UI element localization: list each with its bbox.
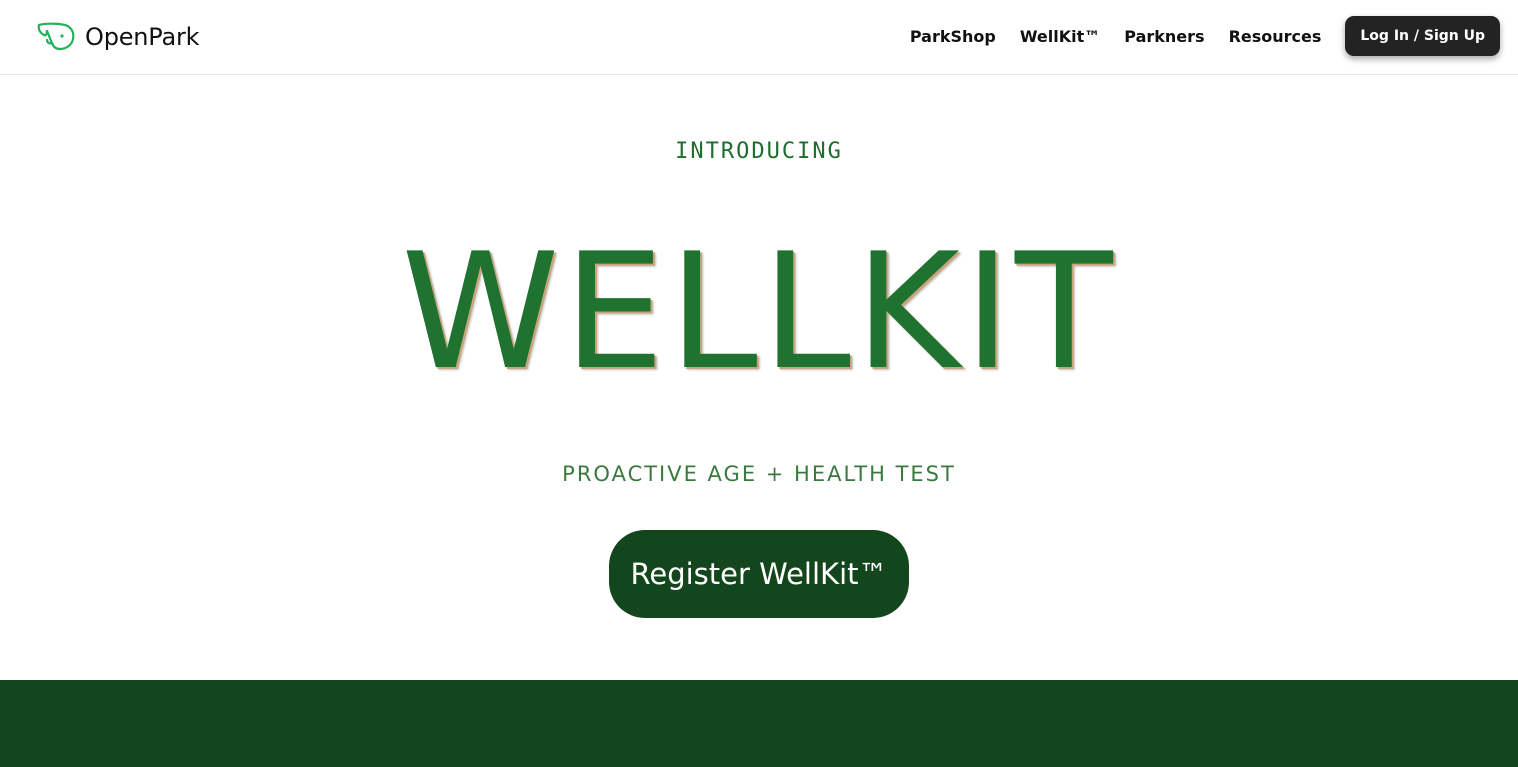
nav-parkshop[interactable]: ParkShop (910, 27, 996, 46)
brand-name: OpenPark (85, 23, 200, 51)
nav-wellkit[interactable]: WellKit™ (1020, 27, 1100, 46)
hero-subtitle: PROACTIVE AGE + HEALTH TEST (562, 462, 956, 486)
hero-title: WELLKIT (401, 218, 1117, 405)
site-header: OpenPark ParkShop WellKit™ Parkners Reso… (0, 0, 1518, 75)
register-wellkit-button[interactable]: Register WellKit™ (609, 530, 909, 618)
brand-home-link[interactable]: OpenPark (35, 20, 200, 54)
nav-resources[interactable]: Resources (1229, 27, 1322, 46)
dog-head-icon (37, 22, 75, 51)
main-nav: ParkShop WellKit™ Parkners Resources Log… (910, 0, 1500, 72)
hero-eyebrow: INTRODUCING (675, 139, 843, 164)
green-band-section (0, 680, 1518, 767)
login-signup-button[interactable]: Log In / Sign Up (1345, 16, 1500, 56)
nav-parkners[interactable]: Parkners (1124, 27, 1204, 46)
